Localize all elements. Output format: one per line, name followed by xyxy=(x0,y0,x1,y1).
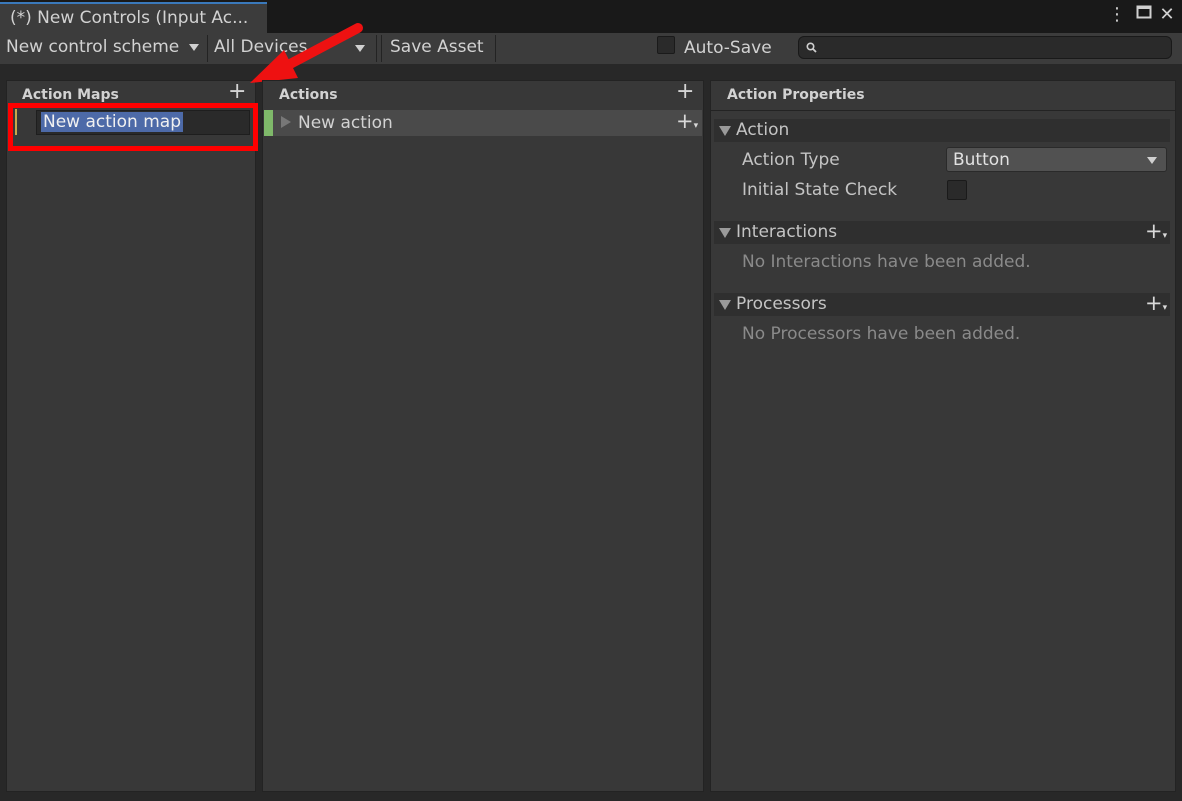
interactions-section-title: Interactions xyxy=(736,222,838,242)
action-type-dropdown[interactable]: Button xyxy=(946,147,1167,172)
expand-icon[interactable] xyxy=(281,116,291,128)
action-maps-header: Action Maps xyxy=(22,87,119,103)
window-tab-title: (*) New Controls (Input Ac... xyxy=(10,8,249,28)
action-row[interactable]: New action +▾ xyxy=(264,110,702,136)
processors-empty-text: No Processors have been added. xyxy=(742,324,1021,344)
toolbar-divider xyxy=(381,35,382,62)
window-tab[interactable]: (*) New Controls (Input Ac... xyxy=(0,2,267,33)
actions-header: Actions xyxy=(279,87,338,103)
add-processor-icon[interactable]: +▾ xyxy=(1145,293,1167,318)
chevron-down-icon xyxy=(1147,157,1157,164)
auto-save-checkbox[interactable] xyxy=(657,36,675,54)
more-options-icon[interactable]: ⋮ xyxy=(1106,4,1128,26)
add-interaction-icon[interactable]: +▾ xyxy=(1145,221,1167,246)
maximize-icon[interactable] xyxy=(1133,4,1155,26)
action-type-value: Button xyxy=(953,150,1010,170)
processors-section-header[interactable]: Processors +▾ xyxy=(714,293,1170,316)
toolbar-divider xyxy=(376,35,377,62)
action-name: New action xyxy=(298,113,393,133)
highlight-box xyxy=(8,103,258,151)
search-input[interactable] xyxy=(798,36,1172,59)
save-asset-label: Save Asset xyxy=(390,37,484,57)
close-icon[interactable]: ✕ xyxy=(1156,4,1178,26)
initial-state-check-checkbox[interactable] xyxy=(947,180,967,200)
interactions-section-header[interactable]: Interactions +▾ xyxy=(714,221,1170,244)
action-properties-header: Action Properties xyxy=(727,87,865,103)
auto-save-label: Auto-Save xyxy=(684,38,772,58)
action-marker xyxy=(264,110,273,136)
control-scheme-label: New control scheme xyxy=(6,37,180,57)
chevron-down-icon xyxy=(188,43,199,51)
control-scheme-dropdown[interactable]: New control scheme xyxy=(0,33,207,64)
toolbar-divider xyxy=(495,35,496,62)
collapse-icon[interactable] xyxy=(719,228,731,238)
actions-panel xyxy=(262,80,704,792)
action-section-header[interactable]: Action xyxy=(714,119,1170,142)
divider xyxy=(711,110,1175,111)
action-section-title: Action xyxy=(736,120,790,140)
action-type-label: Action Type xyxy=(742,150,840,170)
collapse-icon[interactable] xyxy=(719,126,731,136)
action-maps-panel xyxy=(6,80,256,792)
search-icon xyxy=(806,42,817,53)
collapse-icon[interactable] xyxy=(719,300,731,310)
add-binding-icon[interactable]: +▾ xyxy=(676,111,698,136)
initial-state-check-label: Initial State Check xyxy=(742,180,898,200)
interactions-empty-text: No Interactions have been added. xyxy=(742,252,1031,272)
processors-section-title: Processors xyxy=(736,294,827,314)
add-action-icon[interactable]: + xyxy=(676,81,694,103)
save-asset-button[interactable]: Save Asset xyxy=(384,33,496,64)
